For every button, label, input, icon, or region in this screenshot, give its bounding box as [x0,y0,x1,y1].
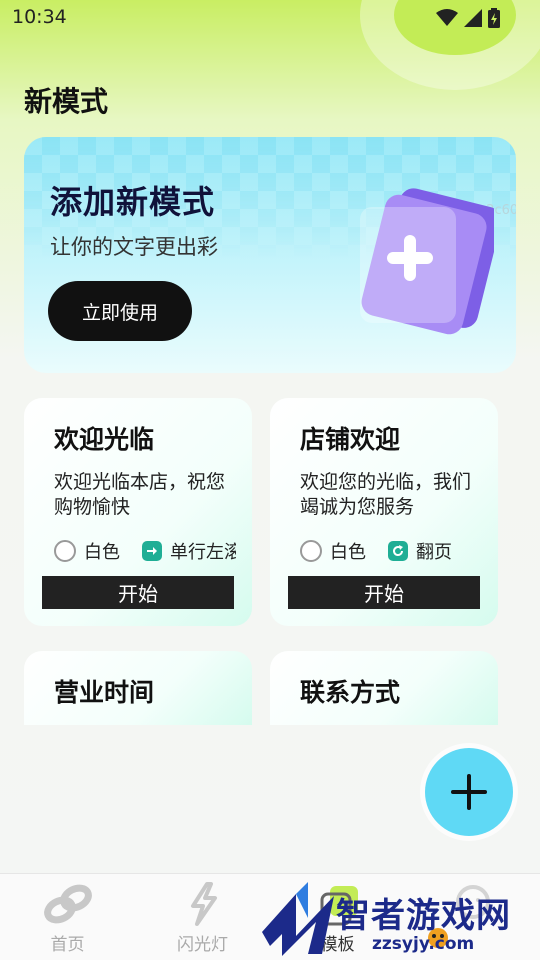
flash-icon [190,882,217,926]
arrow-right-icon [142,541,162,561]
card-description: 欢迎您的光临，我们竭诚为您服务 [300,471,472,518]
signal-icon [464,9,482,27]
refresh-icon [388,541,408,561]
banner-subtitle: 让你的文字更出彩 [50,235,218,259]
card-options: 白色 单行左滚 [54,538,236,564]
add-button[interactable] [425,748,513,836]
tab-home[interactable]: 首页 [0,874,135,960]
color-radio[interactable] [300,540,322,562]
page-title: 新模式 [24,85,109,118]
tab-flash[interactable]: 闪光灯 [135,874,270,960]
tab-label: 首页 [50,935,85,955]
card-title: 欢迎光临 [54,425,155,454]
color-option-label: 白色 [330,542,366,563]
color-radio[interactable] [54,540,76,562]
battery-icon [488,8,500,28]
card-title: 营业时间 [54,678,155,707]
add-card-illustration-icon [360,188,494,335]
template-card-business-hours[interactable]: 营业时间 [24,651,252,725]
card-description: 欢迎光临本店，祝您购物愉快 [54,471,226,518]
banner-title: 添加新模式 [50,183,216,221]
status-bar: 10:34 [0,0,540,38]
status-icons [436,8,500,28]
use-now-button[interactable]: 立即使用 [48,281,192,341]
add-new-mode-banner[interactable]: 添加新模式 让你的文字更出彩 立即使用 ID:2c60e5 [24,137,516,373]
card-title: 店铺欢迎 [300,425,401,454]
mode-option-label: 单行左滚 [170,542,236,563]
template-card-welcome[interactable]: 欢迎光临 欢迎光临本店，祝您购物愉快 白色 单行左滚 开始 [24,398,252,626]
card-title: 联系方式 [300,678,401,707]
template-card-shop-welcome[interactable]: 店铺欢迎 欢迎您的光临，我们竭诚为您服务 白色 翻页 开始 [270,398,498,626]
card-options: 白色 翻页 [300,538,482,564]
color-option-label: 白色 [84,542,120,563]
template-card-contact[interactable]: 联系方式 [270,651,498,725]
start-button[interactable]: 开始 [288,576,480,609]
home-link-icon [43,884,92,924]
tab-label: 闪光灯 [177,935,228,955]
site-watermark-text: 智者游戏网 [336,896,511,936]
mode-option-label: 翻页 [416,542,452,563]
site-watermark-url: zzsyjy.com [372,934,475,954]
plus-icon [451,774,487,810]
status-time: 10:34 [12,6,67,28]
start-button[interactable]: 开始 [42,576,234,609]
wifi-icon [436,9,458,26]
